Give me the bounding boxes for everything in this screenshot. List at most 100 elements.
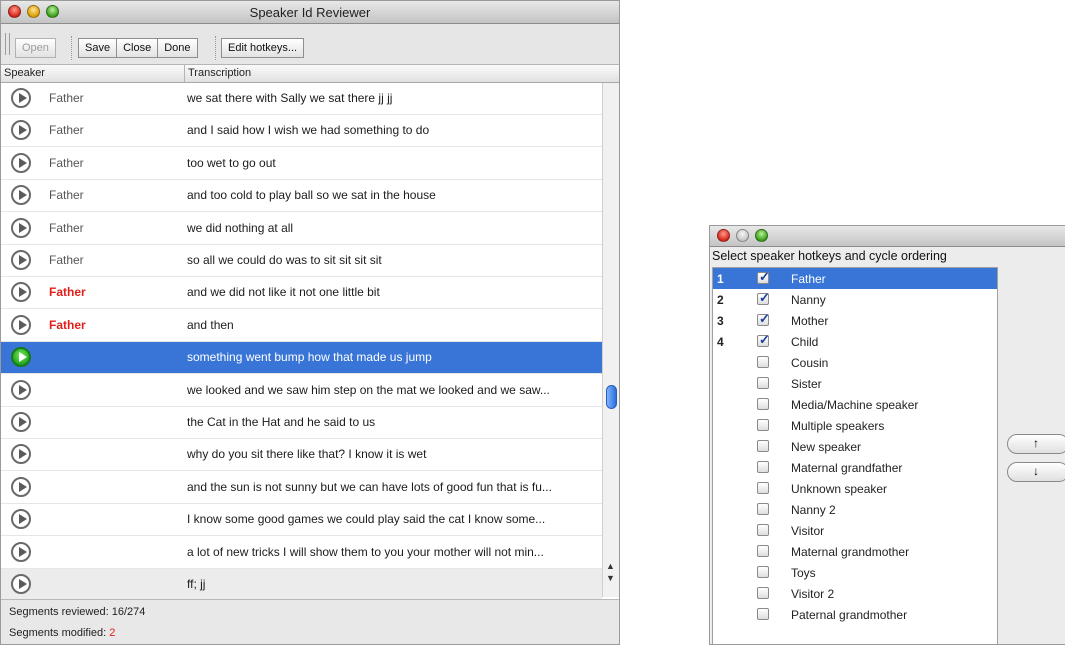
play-icon[interactable] <box>11 314 31 335</box>
hotkey-list-item[interactable]: New speaker <box>713 436 997 457</box>
table-row[interactable]: Father and we did not like it not one lit… <box>1 277 602 310</box>
column-header-speaker[interactable]: Speaker <box>4 67 45 79</box>
speaker-checkbox[interactable] <box>757 587 769 599</box>
speaker-checkbox[interactable] <box>757 332 770 348</box>
row-speaker[interactable]: Father <box>49 91 84 105</box>
move-up-button[interactable]: ↑ <box>1007 434 1065 454</box>
scroll-down-icon[interactable]: ▼ <box>606 573 615 583</box>
table-row[interactable]: and the sun is not sunny but we can have… <box>1 472 602 504</box>
save-button[interactable]: Save <box>78 38 118 58</box>
play-icon[interactable] <box>11 250 31 270</box>
speaker-checkbox[interactable] <box>757 608 769 620</box>
open-button[interactable]: Open <box>15 38 56 58</box>
close-window-icon[interactable] <box>717 229 730 242</box>
play-icon[interactable] <box>11 541 31 562</box>
hotkey-list-item[interactable]: Nanny 2 <box>713 499 997 520</box>
table-row[interactable]: Father and too cold to play ball so we sa… <box>1 180 602 213</box>
play-icon[interactable] <box>11 574 31 594</box>
scrollbar-thumb[interactable] <box>606 385 617 409</box>
done-button[interactable]: Done <box>157 38 198 58</box>
row-speaker[interactable]: Father <box>49 156 84 170</box>
table-row[interactable]: I know some good games we could play sai… <box>1 504 602 537</box>
speaker-checkbox[interactable] <box>757 482 769 494</box>
row-speaker[interactable]: Father <box>49 188 84 202</box>
row-speaker[interactable]: Father <box>49 253 84 267</box>
arrow-up-icon: ↑ <box>1033 436 1039 450</box>
row-speaker[interactable]: Father <box>49 285 86 299</box>
hotkey-list-item[interactable]: Media/Machine speaker <box>713 394 997 415</box>
play-icon[interactable] <box>11 185 31 206</box>
hotkey-list-item[interactable]: Visitor <box>713 520 997 541</box>
close-button[interactable]: Close <box>116 38 159 58</box>
row-speaker[interactable]: Father <box>49 123 84 137</box>
row-transcription: too wet to go out <box>187 155 276 170</box>
hotkey-list-item[interactable]: 1 Father <box>713 268 997 289</box>
play-icon[interactable] <box>11 476 31 497</box>
hotkey-list-item[interactable]: Multiple speakers <box>713 415 997 436</box>
play-icon[interactable] <box>11 509 31 530</box>
table-row[interactable]: something went bump how that made us jum… <box>1 342 602 375</box>
hotkey-list-item[interactable]: Unknown speaker <box>713 478 997 499</box>
hotkey-list-item[interactable]: Toys <box>713 562 997 583</box>
speaker-checkbox[interactable] <box>757 419 769 431</box>
row-speaker[interactable]: Father <box>49 318 86 332</box>
speaker-label: Cousin <box>791 356 829 370</box>
speaker-checkbox[interactable] <box>757 545 769 557</box>
segments-reviewed: Segments reviewed: 16/274 <box>9 606 146 618</box>
hotkey-list-item[interactable]: Paternal grandmother <box>713 604 997 625</box>
table-row[interactable]: Father and then <box>1 310 602 342</box>
play-icon[interactable] <box>11 444 31 465</box>
speaker-checkbox[interactable] <box>757 290 770 306</box>
hotkey-number: 2 <box>717 293 724 307</box>
move-down-button[interactable]: ↓ <box>1007 462 1065 482</box>
hotkey-list-item[interactable]: 2 Nanny <box>713 289 997 310</box>
toolbar-grip-icon[interactable] <box>5 33 10 55</box>
speaker-checkbox[interactable] <box>757 566 769 578</box>
speaker-checkbox[interactable] <box>757 461 769 473</box>
play-icon[interactable] <box>11 379 31 400</box>
hotkey-list-item[interactable]: 4 Child <box>713 331 997 352</box>
table-row[interactable]: a lot of new tricks I will show them to … <box>1 537 602 569</box>
speaker-checkbox[interactable] <box>757 503 769 515</box>
table-row[interactable]: we looked and we saw him step on the mat… <box>1 375 602 407</box>
play-icon[interactable] <box>11 152 31 173</box>
table-row[interactable]: Father and I said how I wish we had somet… <box>1 115 602 148</box>
hotkey-list-item[interactable]: Cousin <box>713 352 997 373</box>
table-row[interactable]: Father we did nothing at all <box>1 213 602 245</box>
zoom-window-icon[interactable] <box>755 229 768 242</box>
play-icon[interactable] <box>11 282 31 303</box>
speaker-checkbox[interactable] <box>757 311 770 327</box>
play-icon[interactable] <box>11 347 31 368</box>
table-scrollbar[interactable]: ▲ ▼ <box>602 83 619 597</box>
table-row[interactable]: Father we sat there with Sally we sat the… <box>1 83 602 115</box>
row-speaker[interactable]: Father <box>49 221 84 235</box>
edit-hotkeys-button[interactable]: Edit hotkeys... <box>221 38 305 58</box>
play-icon[interactable] <box>11 217 31 238</box>
column-divider[interactable] <box>184 65 185 82</box>
play-icon[interactable] <box>11 88 31 108</box>
speaker-checkbox[interactable] <box>757 398 769 410</box>
table-row[interactable]: the Cat in the Hat and he said to us <box>1 407 602 439</box>
scroll-up-icon[interactable]: ▲ <box>606 561 615 571</box>
hotkey-titlebar[interactable] <box>710 226 1065 247</box>
speaker-checkbox[interactable] <box>757 356 769 368</box>
hotkey-list-item[interactable]: Maternal grandfather <box>713 457 997 478</box>
play-icon[interactable] <box>11 412 31 432</box>
speaker-checkbox[interactable] <box>757 377 769 389</box>
table-row[interactable]: Father so all we could do was to sit sit … <box>1 245 602 277</box>
table-row[interactable]: why do you sit there like that? I know i… <box>1 439 602 472</box>
speaker-checkbox[interactable] <box>757 269 770 285</box>
hotkey-list-item[interactable]: 3 Mother <box>713 310 997 331</box>
minimize-window-icon[interactable] <box>736 229 749 242</box>
table-row[interactable]: Father too wet to go out <box>1 148 602 180</box>
hotkey-list-item[interactable]: Visitor 2 <box>713 583 997 604</box>
speaker-checkbox[interactable] <box>757 524 769 536</box>
play-icon[interactable] <box>11 120 31 141</box>
speaker-label: Toys <box>791 566 816 580</box>
speaker-checkbox[interactable] <box>757 440 769 452</box>
main-titlebar[interactable]: Speaker Id Reviewer <box>1 1 619 24</box>
hotkey-list-item[interactable]: Sister <box>713 373 997 394</box>
column-header-transcription[interactable]: Transcription <box>188 67 251 79</box>
hotkey-list-item[interactable]: Maternal grandmother <box>713 541 997 562</box>
table-row[interactable]: ff; jj <box>1 569 602 601</box>
